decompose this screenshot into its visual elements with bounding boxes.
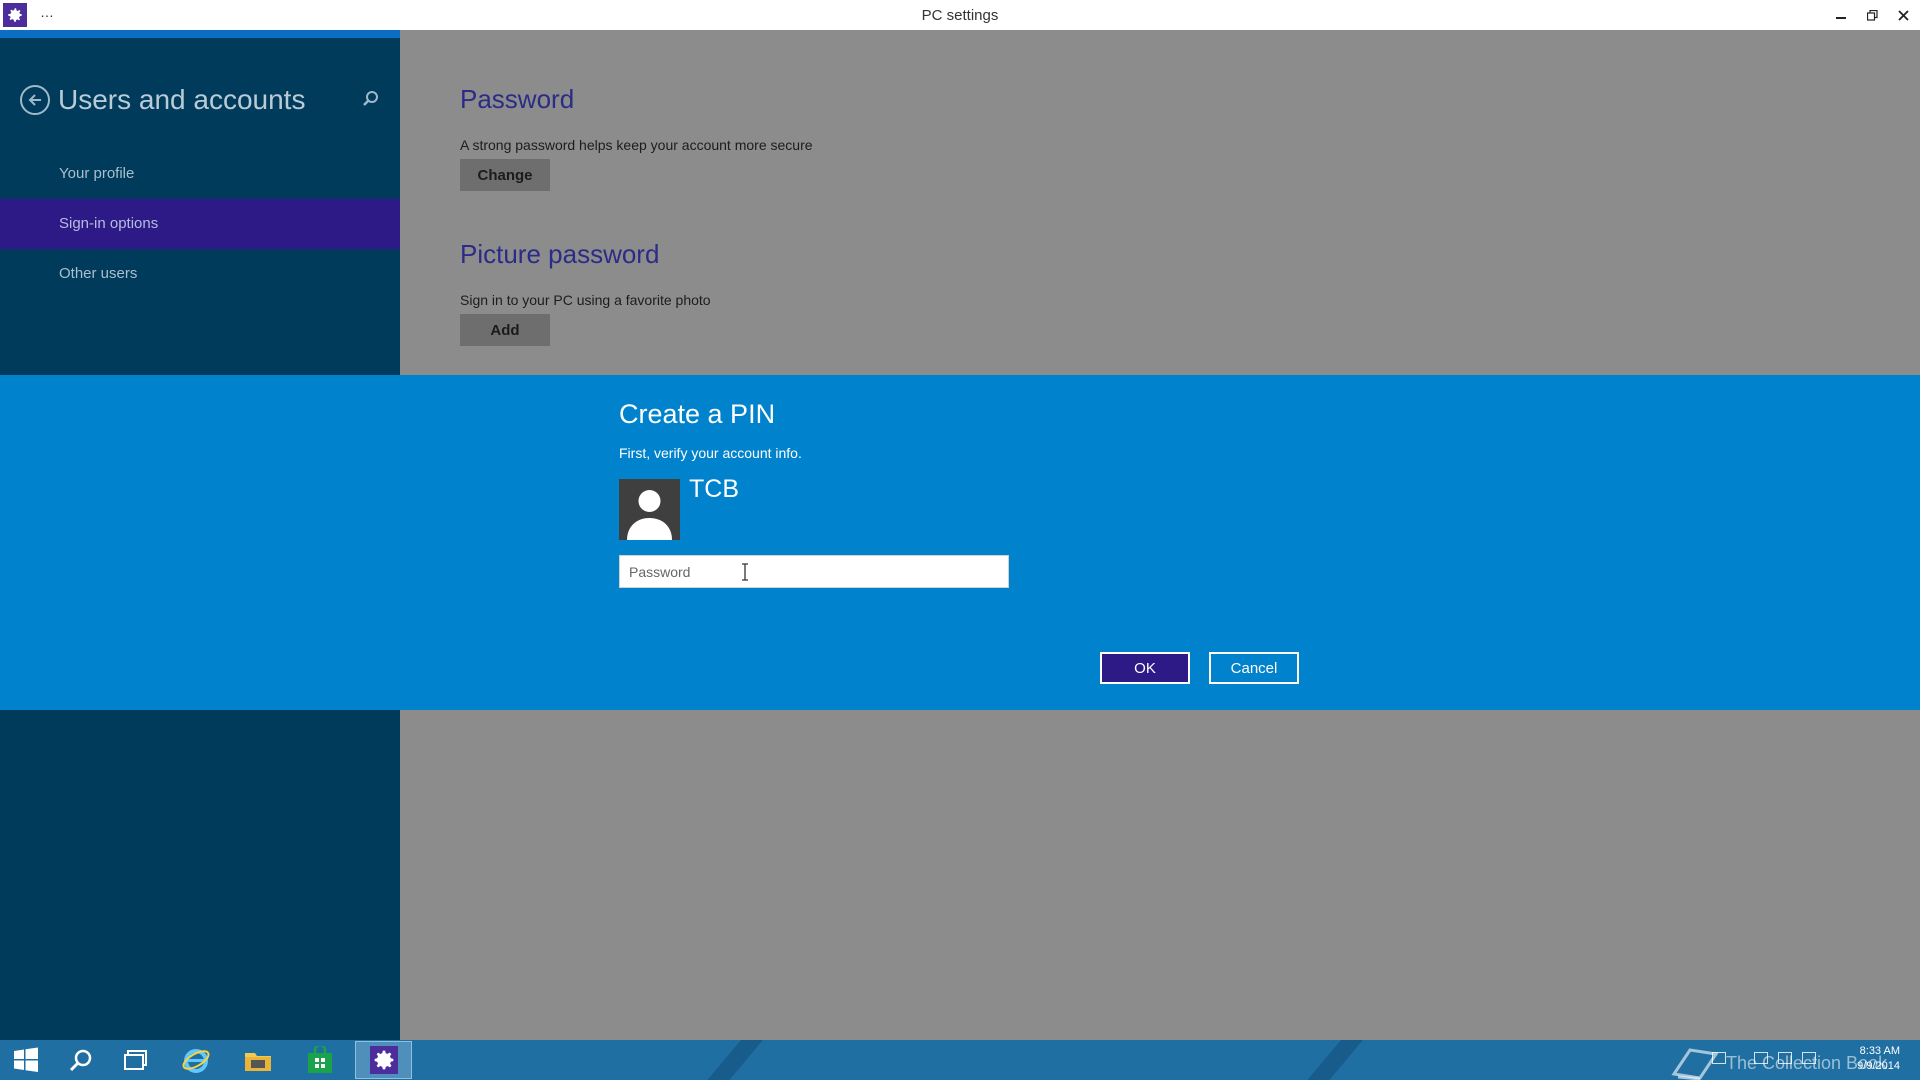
picture-password-section-description: Sign in to your PC using a favorite phot… [460, 292, 711, 308]
title-bar: … PC settings [0, 0, 1920, 30]
user-avatar-icon [627, 490, 672, 540]
folder-icon [245, 1053, 271, 1071]
close-icon [1897, 9, 1909, 21]
sidebar-item-other-users[interactable]: Other users [0, 249, 400, 299]
back-arrow-icon[interactable] [20, 85, 50, 115]
windows-logo-icon [14, 1047, 38, 1072]
sidebar-header: Users and accounts [20, 84, 305, 116]
password-input[interactable] [619, 555, 1009, 588]
sidebar-title: Users and accounts [58, 84, 306, 115]
text-cursor-icon [740, 563, 750, 581]
taskbar-decoration [1290, 1040, 1372, 1080]
sidebar-item-your-profile[interactable]: Your profile [0, 149, 400, 199]
taskbar-clock[interactable]: 8:33 AM 9/9/2014 [1857, 1044, 1900, 1074]
picture-password-section-title: Picture password [460, 239, 660, 269]
chevron-up-icon[interactable] [1736, 1052, 1744, 1064]
dialog-subtitle: First, verify your account info. [619, 445, 802, 461]
account-username: TCB [689, 475, 739, 503]
search-icon [69, 1049, 92, 1072]
minimize-icon [1836, 17, 1846, 19]
add-picture-password-button[interactable]: Add [460, 314, 550, 346]
minimize-button[interactable] [1826, 0, 1856, 30]
password-section-title: Password [460, 84, 575, 114]
dialog-title: Create a PIN [619, 399, 776, 429]
ok-button[interactable]: OK [1100, 652, 1190, 684]
restore-button[interactable] [1857, 0, 1887, 30]
task-view-button[interactable] [110, 1041, 162, 1079]
taskbar-search-button[interactable] [55, 1041, 107, 1079]
close-button[interactable] [1888, 0, 1918, 30]
title-accent-line [0, 30, 400, 38]
store-bag-icon [308, 1046, 332, 1073]
search-icon[interactable] [362, 90, 382, 110]
avatar [619, 479, 680, 540]
password-section-description: A strong password helps keep your accoun… [460, 137, 813, 153]
network-icon[interactable] [1778, 1052, 1792, 1064]
create-pin-dialog: Create a PIN First, verify your account … [0, 375, 1920, 710]
sidebar-item-sign-in-options[interactable]: Sign-in options [0, 199, 400, 249]
clock-date: 9/9/2014 [1857, 1060, 1900, 1072]
volume-icon[interactable] [1802, 1052, 1816, 1064]
pc-settings-taskbar-button[interactable] [355, 1041, 412, 1079]
internet-explorer-button[interactable] [170, 1041, 222, 1079]
taskbar: The Collection Book 8:33 AM 9/9/2014 [0, 1040, 1920, 1080]
store-button[interactable] [294, 1041, 346, 1079]
taskbar-decoration [690, 1040, 772, 1080]
keyboard-icon[interactable] [1712, 1052, 1726, 1064]
change-password-button[interactable]: Change [460, 159, 550, 191]
clock-time: 8:33 AM [1859, 1045, 1900, 1057]
system-tray [1712, 1052, 1816, 1064]
internet-explorer-icon [182, 1049, 210, 1073]
settings-gear-icon [369, 1046, 398, 1074]
file-explorer-button[interactable] [232, 1041, 284, 1079]
window-title: PC settings [921, 7, 999, 24]
task-view-icon [124, 1050, 147, 1070]
start-button[interactable] [0, 1041, 52, 1079]
flag-icon[interactable] [1754, 1052, 1768, 1064]
cancel-button[interactable]: Cancel [1209, 652, 1299, 684]
restore-icon [1866, 9, 1878, 21]
